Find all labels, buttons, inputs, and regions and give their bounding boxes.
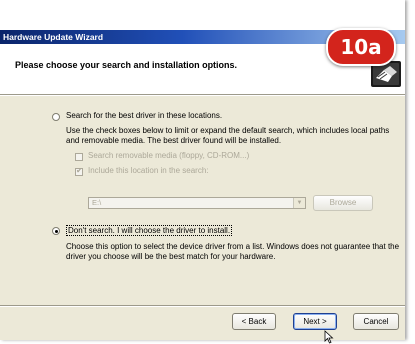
- include-location-checkbox[interactable]: [75, 166, 83, 176]
- include-location-label: Include this location in the search:: [88, 166, 209, 175]
- location-combobox[interactable]: E:\ ▼: [88, 197, 306, 209]
- search-best-driver-label[interactable]: Search for the best driver in these loca…: [66, 111, 222, 120]
- top-strip: [0, 0, 405, 30]
- search-description: Use the check boxes below to limit or ex…: [66, 126, 390, 145]
- footer-divider-highlight: [0, 306, 405, 307]
- step-badge: 10a: [326, 28, 396, 66]
- dont-search-radio[interactable]: [52, 227, 60, 235]
- search-removable-media-label: Search removable media (floppy, CD-ROM..…: [88, 151, 250, 160]
- page-title: Please choose your search and installati…: [15, 60, 238, 70]
- dont-search-description: Choose this option to select the device …: [66, 242, 400, 261]
- mouse-pointer-icon: [324, 330, 334, 344]
- search-best-driver-radio[interactable]: [52, 113, 60, 121]
- search-removable-media-checkbox[interactable]: [75, 153, 83, 161]
- cancel-button[interactable]: Cancel: [353, 313, 399, 330]
- dont-search-label[interactable]: Don't search. I will choose the driver t…: [66, 225, 233, 236]
- browse-button[interactable]: Browse: [313, 195, 373, 211]
- back-button[interactable]: < Back: [232, 313, 276, 330]
- window-title: Hardware Update Wizard: [3, 32, 104, 42]
- chevron-down-icon[interactable]: ▼: [293, 198, 305, 208]
- next-button[interactable]: Next >: [293, 313, 337, 330]
- location-value: E:\: [92, 198, 102, 207]
- header-divider-highlight: [0, 95, 405, 96]
